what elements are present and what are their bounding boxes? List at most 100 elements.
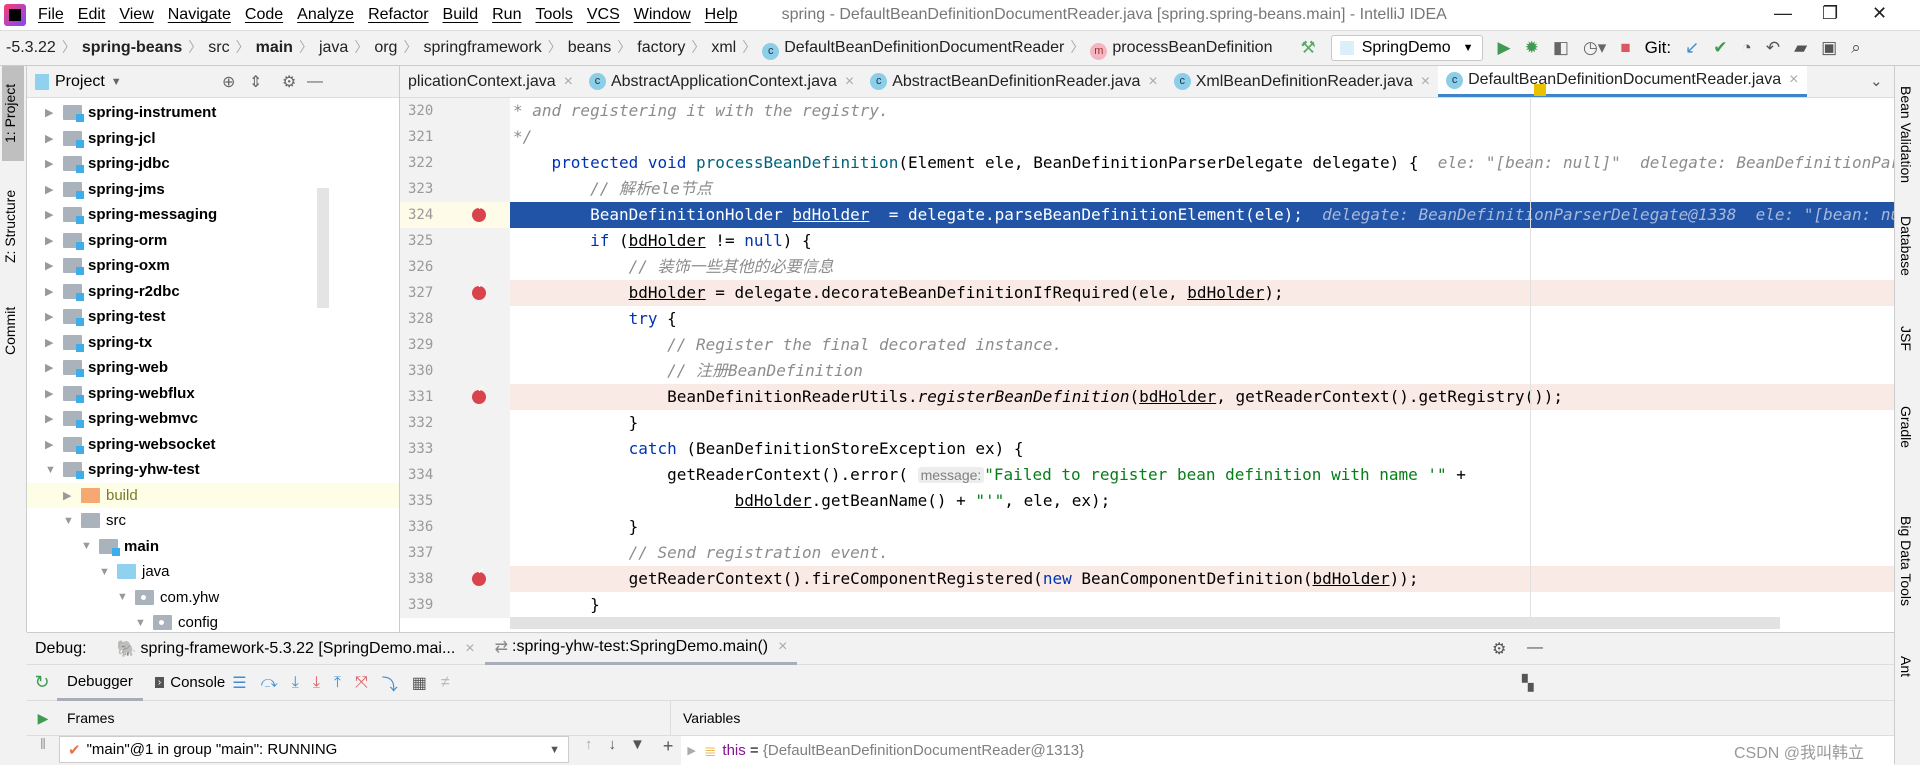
search-icon[interactable]: ⌕ (1851, 38, 1861, 58)
breakpoint-icon[interactable] (472, 202, 486, 222)
code-line[interactable]: // Register the final decorated instance… (510, 332, 1894, 358)
tree-item[interactable]: ▶ spring-websocket (27, 432, 399, 457)
chevron-right-icon[interactable]: ▶ (45, 310, 63, 323)
code-line[interactable]: bdHolder = delegate.decorateBeanDefiniti… (510, 280, 1894, 306)
close-icon[interactable]: × (1148, 73, 1157, 91)
menu-vcs[interactable]: VCS (587, 6, 620, 23)
code-line[interactable]: protected void processBeanDefinition(Ele… (510, 150, 1894, 176)
chevron-right-icon[interactable]: ▶ (63, 489, 81, 502)
git-commit-icon[interactable]: ✔ (1713, 38, 1727, 58)
presentation-icon[interactable]: ▣ (1821, 38, 1837, 58)
tree-item[interactable]: ▼ com.yhw (27, 585, 399, 610)
chevron-right-icon[interactable]: ▶ (45, 438, 63, 451)
close-icon[interactable]: × (845, 73, 854, 91)
breadcrumb-item[interactable]: beans (562, 39, 618, 56)
chevron-down-icon[interactable]: ▼ (99, 566, 117, 578)
tab-console[interactable]: Console (170, 674, 225, 691)
code-line[interactable]: getReaderContext().error( message: "Faile… (510, 462, 1894, 488)
tree-item[interactable]: ▼ main (27, 534, 399, 559)
tree-item[interactable]: ▶ spring-tx (27, 330, 399, 355)
tool-tab-structure[interactable]: Z: Structure (2, 176, 24, 276)
drop-frame-icon[interactable]: ⤧ (355, 674, 368, 692)
run-configuration-select[interactable]: SpringDemo ▼ (1330, 35, 1483, 61)
step-over-icon[interactable]: ⤼ (261, 674, 278, 692)
inspection-status-icon[interactable] (1534, 84, 1546, 96)
hide-icon[interactable]: — (1527, 639, 1543, 657)
chevron-right-icon[interactable]: ▶ (45, 387, 63, 400)
tree-item[interactable]: ▶ spring-orm (27, 228, 399, 253)
step-into-icon[interactable]: ⤓ (292, 674, 299, 692)
code-line[interactable]: BeanDefinitionReaderUtils.registerBeanDe… (510, 384, 1894, 410)
run-icon[interactable]: ▶ (1498, 38, 1511, 58)
git-history-icon[interactable]: ◔ (1742, 38, 1752, 58)
tool-tab-big-data-tools[interactable]: Big Data Tools (1898, 516, 1914, 606)
minimize-button[interactable]: — (1774, 3, 1792, 24)
gear-icon[interactable]: ⚙ (1492, 639, 1506, 659)
code-line[interactable]: BeanDefinitionHolder bdHolder = delegate… (510, 202, 1894, 228)
chevron-down-icon[interactable]: ▼ (81, 540, 99, 552)
code-line[interactable]: try { (510, 306, 1894, 332)
code-line[interactable]: getReaderContext().fireComponentRegister… (510, 566, 1894, 592)
show-execution-point-icon[interactable]: ☰ (232, 673, 246, 693)
menu-code[interactable]: Code (245, 6, 283, 23)
editor-tab[interactable]: c DefaultBeanDefinitionDocumentReader.jav… (1438, 66, 1807, 97)
collapse-all-icon[interactable]: ⇕ (249, 72, 262, 92)
code-line[interactable]: } (510, 592, 1894, 618)
tree-item[interactable]: ▼ spring-yhw-test (27, 457, 399, 482)
menu-view[interactable]: View (119, 6, 153, 23)
layout-icon[interactable]: ▚ (1522, 674, 1534, 692)
tool-tab-commit[interactable]: Commit (2, 291, 24, 371)
force-step-into-icon[interactable]: ⤓ (313, 674, 320, 692)
editor-tab[interactable]: c AbstractBeanDefinitionReader.java × (862, 66, 1166, 97)
code-line[interactable]: catch (BeanDefinitionStoreException ex) … (510, 436, 1894, 462)
menu-analyze[interactable]: Analyze (297, 6, 354, 23)
debug-session-tab-1[interactable]: ⇄:spring-yhw-test:SpringDemo.main() × (484, 633, 798, 665)
tree-item[interactable]: ▶ spring-web (27, 355, 399, 380)
close-button[interactable]: ✕ (1872, 3, 1887, 24)
tree-item[interactable]: ▶ spring-jcl (27, 126, 399, 151)
editor-tab[interactable]: c XmlBeanDefinitionReader.java × (1166, 66, 1438, 97)
tool-tab-project[interactable]: 1: Project (2, 66, 24, 161)
coverage-icon[interactable]: ◧ (1553, 38, 1569, 58)
tree-item[interactable]: ▶ spring-test (27, 304, 399, 329)
horizontal-scrollbar[interactable] (510, 617, 1780, 629)
tree-item[interactable]: ▶ spring-messaging (27, 202, 399, 227)
code-line[interactable]: */ (510, 124, 1894, 150)
chevron-right-icon[interactable]: ▶ (45, 157, 63, 170)
code-line[interactable]: bdHolder.getBeanName() + "'", ele, ex); (510, 488, 1894, 514)
close-icon[interactable]: × (1789, 71, 1798, 89)
restore-button[interactable]: ❐ (1822, 3, 1838, 24)
rerun-icon[interactable]: ↻ (27, 672, 57, 693)
tool-tab-gradle[interactable]: Gradle (1898, 406, 1914, 448)
tabs-overflow-chevron-icon[interactable]: ⌄ (1870, 72, 1883, 90)
debug-session-tab-0[interactable]: 🐘 spring-framework-5.3.22 [SpringDemo.mai… (107, 633, 485, 665)
breadcrumb-item[interactable]: -5.3.22 (0, 39, 62, 56)
chevron-down-icon[interactable]: ▼ (117, 591, 135, 603)
tool-tab-bean-validation[interactable]: Bean Validation (1898, 86, 1914, 183)
breadcrumb-item[interactable]: org (368, 39, 403, 56)
expand-arrow-icon[interactable]: ▶ (687, 744, 695, 757)
profile-icon[interactable]: ◷▾ (1583, 38, 1606, 58)
code-line[interactable]: // 解析ele节点 (510, 176, 1894, 202)
tree-scrollbar[interactable] (317, 188, 329, 308)
chevron-right-icon[interactable]: ▶ (45, 361, 63, 374)
locate-icon[interactable]: ⊕ (222, 72, 235, 92)
close-icon[interactable]: × (465, 640, 474, 658)
hide-icon[interactable]: — (307, 73, 323, 91)
chevron-right-icon[interactable]: ▶ (45, 285, 63, 298)
chevron-right-icon[interactable]: ▶ (45, 234, 63, 247)
project-title[interactable]: Project (55, 73, 105, 91)
chevron-right-icon[interactable]: ▶ (45, 259, 63, 272)
project-structure-icon[interactable]: ▰ (1794, 38, 1807, 58)
breakpoint-icon[interactable] (472, 280, 486, 300)
stop-icon[interactable]: ■ (1620, 38, 1630, 58)
tree-item[interactable]: ▶ spring-oxm (27, 253, 399, 278)
menu-file[interactable]: File (38, 6, 64, 23)
git-update-icon[interactable]: ↙ (1685, 38, 1699, 58)
breadcrumb-item[interactable]: main (250, 39, 299, 56)
editor-gutter[interactable]: 320 321 322 323 324 325 326 327 328 329 330 331 332 3… (400, 98, 510, 618)
chevron-down-icon[interactable]: ▼ (45, 464, 63, 476)
breadcrumb-item[interactable]: xml (705, 39, 742, 56)
close-icon[interactable]: × (1421, 73, 1430, 91)
breadcrumb-item[interactable]: spring-beans (76, 39, 188, 56)
